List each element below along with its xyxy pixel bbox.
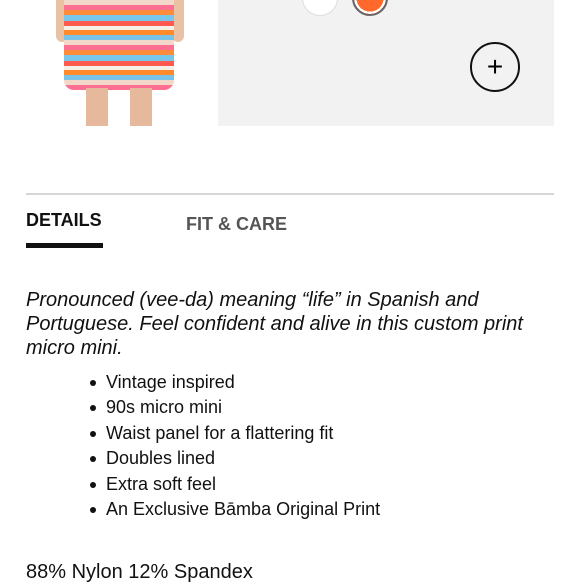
model-leg-left	[86, 88, 108, 126]
feature-item: 90s micro mini	[78, 395, 380, 420]
plus-icon: +	[486, 51, 504, 82]
product-description: Pronounced (vee-da) meaning “life” in Sp…	[26, 289, 523, 359]
active-tab-indicator	[26, 243, 103, 248]
tab-details[interactable]: DETAILS	[26, 210, 102, 231]
feature-item: Vintage inspired	[78, 370, 380, 395]
feature-item: Extra soft feel	[78, 472, 380, 497]
zoom-button[interactable]: +	[470, 42, 520, 92]
model-leg-right	[130, 88, 152, 126]
fabric-composition: 88% Nylon 12% Spandex	[26, 561, 253, 583]
section-divider	[26, 193, 554, 195]
feature-item: Doubles lined	[78, 446, 380, 471]
color-swatch-white[interactable]	[302, 0, 338, 16]
tab-fit-care[interactable]: FIT & CARE	[186, 214, 287, 235]
striped-skirt	[64, 0, 174, 90]
feature-list: Vintage inspired 90s micro mini Waist pa…	[78, 370, 380, 522]
product-image-main[interactable]	[26, 0, 214, 126]
product-image-secondary: +	[218, 0, 554, 126]
color-swatch-orange-stripe[interactable]	[352, 0, 388, 16]
feature-item: An Exclusive Bāmba Original Print	[78, 497, 380, 522]
feature-item: Waist panel for a flattering fit	[78, 421, 380, 446]
